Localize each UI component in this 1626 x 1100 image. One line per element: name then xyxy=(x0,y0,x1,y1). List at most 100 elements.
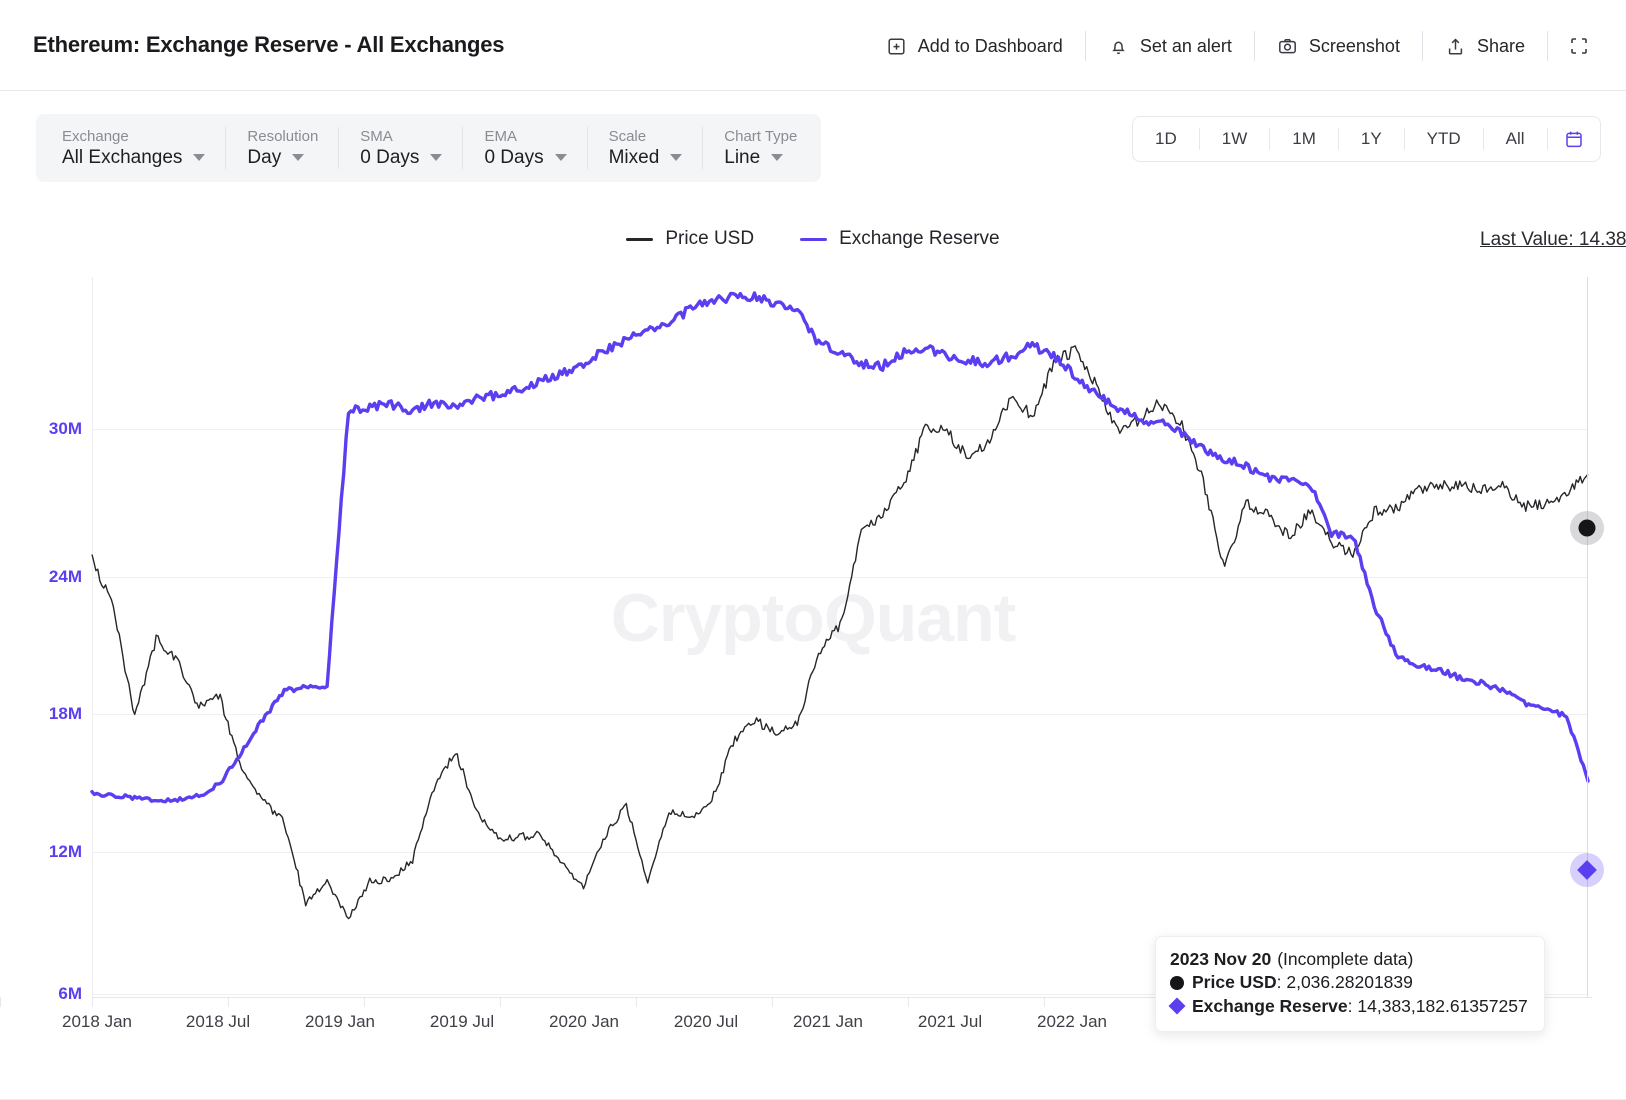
page-title: Ethereum: Exchange Reserve - All Exchang… xyxy=(33,32,505,57)
control-ema[interactable]: EMA 0 Days xyxy=(462,114,586,182)
x-tick-2018-jul: 2018 Jul xyxy=(185,1012,251,1031)
series-line-exchange-reserve xyxy=(90,291,1590,804)
control-exchange-value: All Exchanges xyxy=(62,147,183,168)
x-tick-mark xyxy=(636,997,637,1007)
y-tick-30m: 30M xyxy=(48,419,82,438)
chevron-down-icon xyxy=(670,154,683,161)
control-chart-type-value: Line xyxy=(724,147,761,168)
screenshot-label: Screenshot xyxy=(1308,35,1400,56)
control-sma-value-row[interactable]: 0 Days xyxy=(360,147,443,168)
fullscreen-icon xyxy=(1568,35,1590,57)
control-chart-type-value-row[interactable]: Line xyxy=(724,148,797,167)
x-tick-mark xyxy=(908,997,909,1007)
x-tick-2021-jan: 2021 Jan xyxy=(793,1012,863,1031)
tooltip-date-note: (Incomplete data) xyxy=(1277,949,1414,969)
control-resolution-label: Resolution xyxy=(247,128,319,145)
header-actions: Add to Dashboard Set an alert Screenshot… xyxy=(864,27,1610,65)
chart-container: Price USD Exchange Reserve Last Value: 1… xyxy=(0,200,1626,1100)
last-value-label[interactable]: Last Value: 14.38 xyxy=(1480,229,1626,251)
tooltip-row-price-usd: Price USD : 2,036.28201839 xyxy=(1170,971,1528,994)
range-button-1y[interactable]: 1Y xyxy=(1339,117,1404,161)
x-tick-2018-jan: 2018 Jan xyxy=(62,1012,132,1031)
price-end-marker xyxy=(1578,519,1596,537)
control-exchange-value-row[interactable]: All Exchanges xyxy=(62,147,206,168)
camera-icon xyxy=(1277,36,1298,57)
control-scale-label: Scale xyxy=(608,128,647,145)
chart-tooltip: 2023 Nov 20 (Incomplete data) Price USD … xyxy=(1155,936,1545,1032)
series-svg xyxy=(90,291,1590,920)
x-tick-mark xyxy=(0,997,1,1007)
page-header: Ethereum: Exchange Reserve - All Exchang… xyxy=(0,0,1626,91)
share-label: Share xyxy=(1476,35,1525,56)
x-tick-2021-jul: 2021 Jul xyxy=(917,1012,983,1031)
chevron-down-icon xyxy=(430,154,443,161)
control-exchange-label: Exchange xyxy=(62,128,129,145)
tooltip-date: 2023 Nov 20 xyxy=(1170,949,1272,969)
control-scale[interactable]: Scale Mixed xyxy=(586,114,703,182)
x-tick-2020-jul: 2020 Jul xyxy=(673,1012,739,1031)
diamond-marker-icon xyxy=(1168,997,1186,1015)
control-resolution[interactable]: Resolution Day xyxy=(225,114,338,182)
control-scale-value: Mixed xyxy=(608,147,660,168)
plot-area: 30M 24M 18M 12M 6M xyxy=(49,277,1604,1003)
chart-page: Ethereum: Exchange Reserve - All Exchang… xyxy=(0,0,1626,1100)
add-to-dashboard-button[interactable]: Add to Dashboard xyxy=(864,27,1085,65)
range-button-1m[interactable]: 1M xyxy=(1270,117,1338,161)
x-tick-2020-jan: 2020 Jan xyxy=(549,1012,619,1031)
control-resolution-value-row[interactable]: Day xyxy=(247,148,318,167)
calendar-icon[interactable] xyxy=(1548,117,1600,161)
share-button[interactable]: Share xyxy=(1423,27,1547,65)
control-sma[interactable]: SMA 0 Days xyxy=(338,114,462,182)
chart-controls: Exchange All Exchanges Resolution Day SM… xyxy=(36,114,822,182)
tooltip-key-exchange-reserve: Exchange Reserve xyxy=(1192,995,1348,1016)
y-tick-6m: 6M xyxy=(58,984,82,1003)
set-alert-button[interactable]: Set an alert xyxy=(1086,27,1254,65)
fullscreen-button[interactable] xyxy=(1548,27,1610,65)
x-tick-2019-jan: 2019 Jan xyxy=(305,1012,375,1031)
tooltip-key-price-usd: Price USD xyxy=(1192,972,1277,993)
screenshot-button[interactable]: Screenshot xyxy=(1255,27,1422,65)
set-alert-label: Set an alert xyxy=(1139,35,1232,56)
tooltip-row-exchange-reserve: Exchange Reserve : 14,383,182.61357257 xyxy=(1168,995,1528,1018)
share-icon xyxy=(1445,36,1466,57)
range-button-ytd[interactable]: YTD xyxy=(1405,117,1483,161)
x-tick-mark xyxy=(364,997,365,1007)
control-sma-label: SMA xyxy=(360,128,393,145)
chevron-down-icon xyxy=(554,154,567,161)
circle-marker-icon xyxy=(1170,975,1184,990)
tooltip-colon: : xyxy=(1276,972,1287,993)
control-resolution-value: Day xyxy=(247,147,282,168)
range-button-1w[interactable]: 1W xyxy=(1200,117,1270,161)
tooltip-value-price-usd: 2,036.28201839 xyxy=(1286,972,1413,993)
chevron-down-icon xyxy=(193,154,206,161)
x-tick-2019-jul: 2019 Jul xyxy=(429,1012,495,1031)
chart-legend: Price USD Exchange Reserve xyxy=(0,228,1626,250)
control-exchange[interactable]: Exchange All Exchanges xyxy=(40,114,225,182)
chevron-down-icon xyxy=(771,154,784,161)
control-chart-type[interactable]: Chart Type Line xyxy=(702,114,817,182)
range-button-1d[interactable]: 1D xyxy=(1133,117,1199,161)
series-line-price-usd xyxy=(91,345,1589,920)
chevron-down-icon xyxy=(292,154,305,161)
control-ema-value-row[interactable]: 0 Days xyxy=(484,147,567,168)
tooltip-value-exchange-reserve: 14,383,182.61357257 xyxy=(1357,995,1528,1016)
control-scale-value-row[interactable]: Mixed xyxy=(609,148,683,167)
x-tick-mark xyxy=(228,997,229,1007)
tooltip-colon: : xyxy=(1347,995,1358,1016)
control-sma-value: 0 Days xyxy=(360,147,420,168)
x-tick-mark xyxy=(772,997,773,1007)
tooltip-date-line: 2023 Nov 20 (Incomplete data) xyxy=(1170,948,1528,971)
control-chart-type-label: Chart Type xyxy=(724,128,798,145)
legend-label-exchange-reserve: Exchange Reserve xyxy=(839,228,1000,249)
legend-swatch-price-usd xyxy=(626,237,654,241)
range-button-all[interactable]: All xyxy=(1484,117,1547,161)
add-to-dashboard-label: Add to Dashboard xyxy=(917,35,1063,56)
control-ema-value: 0 Days xyxy=(484,147,544,168)
legend-item-price-usd[interactable]: Price USD xyxy=(626,228,754,250)
legend-item-exchange-reserve[interactable]: Exchange Reserve xyxy=(800,228,1000,250)
x-tick-mark xyxy=(92,997,93,1007)
crosshair-line xyxy=(1587,277,1588,997)
time-range-selector: 1D 1W 1M 1Y YTD All xyxy=(1132,116,1601,162)
legend-swatch-exchange-reserve xyxy=(800,237,828,241)
y-tick-24m: 24M xyxy=(48,567,82,586)
